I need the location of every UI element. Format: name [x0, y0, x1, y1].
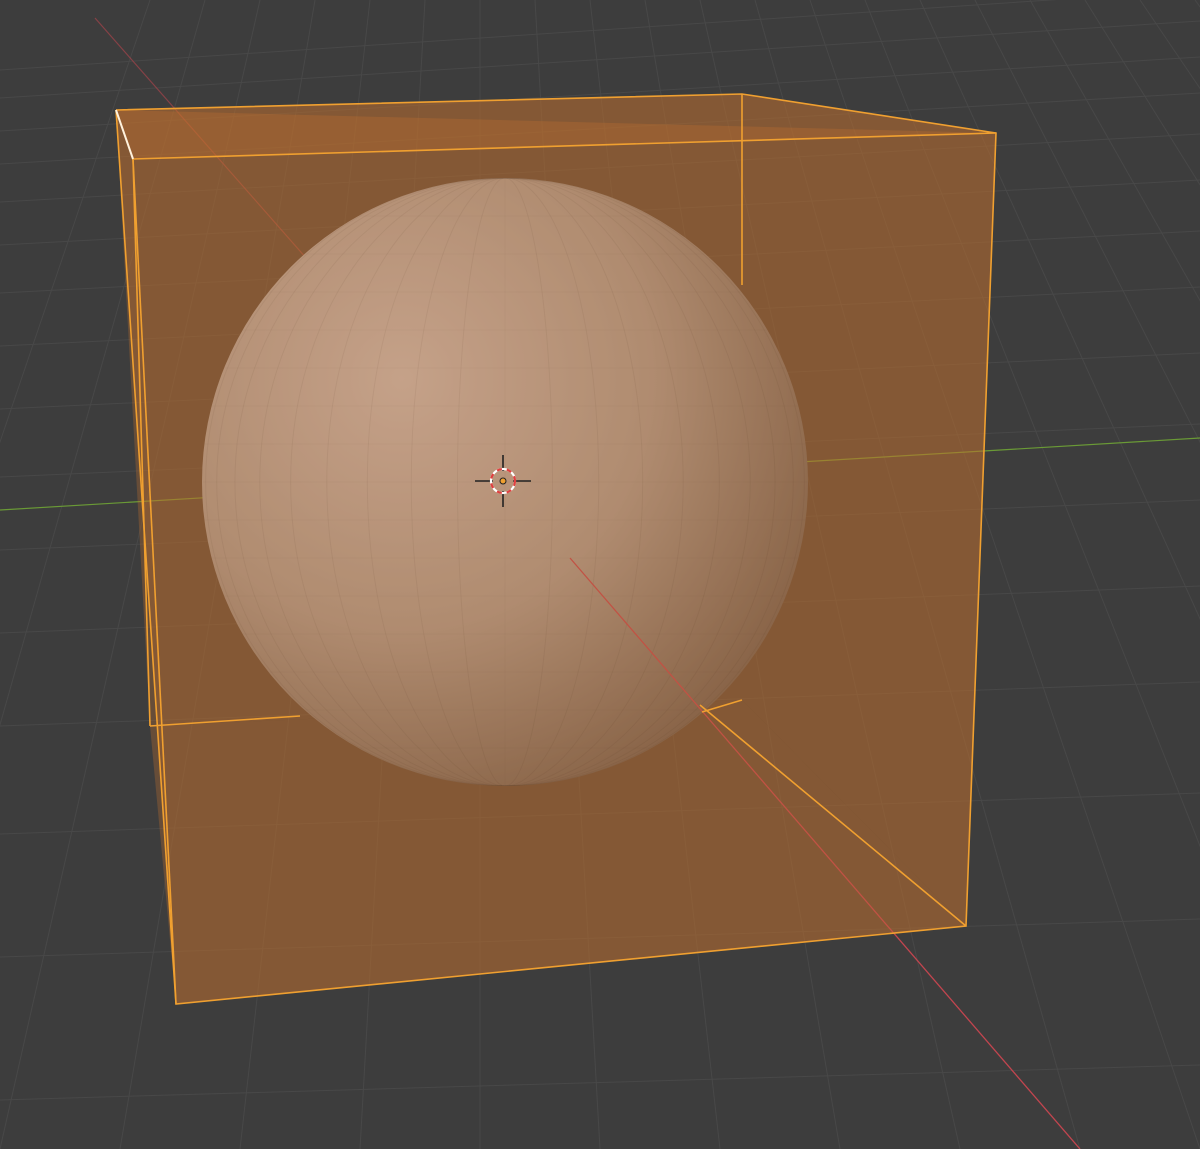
- cube-front-faces[interactable]: [116, 94, 996, 1004]
- grid-line: [1084, 0, 1200, 186]
- grid-line: [974, 0, 1200, 444]
- grid-line: [1194, 0, 1200, 8]
- 3d-viewport[interactable]: [0, 0, 1200, 1149]
- grid-line: [0, 1064, 1200, 1101]
- grid-line: [1139, 0, 1200, 90]
- grid-line: [1029, 0, 1200, 302]
- viewport-scene[interactable]: [0, 0, 1200, 1149]
